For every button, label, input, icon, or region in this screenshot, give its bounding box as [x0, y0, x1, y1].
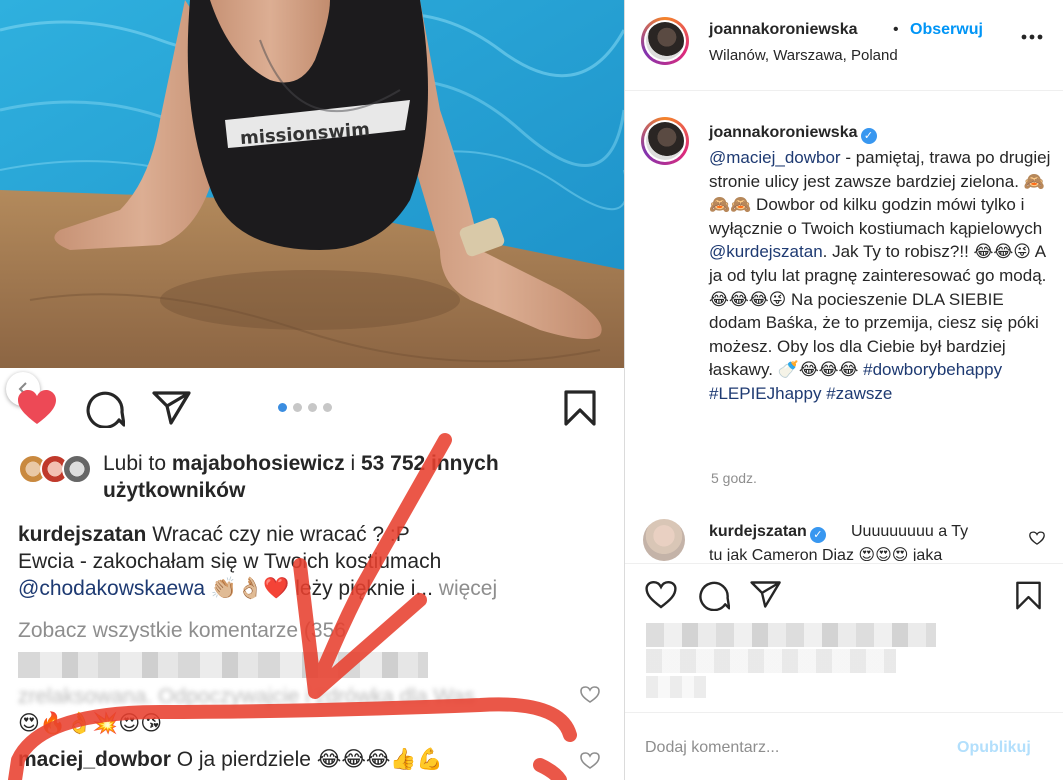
carousel-dot[interactable]	[278, 403, 287, 412]
caption-mention[interactable]: @maciej_dowbor	[709, 148, 841, 167]
likes-count[interactable]: 53 752 innych	[361, 452, 499, 475]
swimsuit-pool-photo: missionswim	[0, 0, 624, 368]
carousel-dots	[278, 403, 332, 412]
share-icon[interactable]	[152, 390, 192, 426]
bookmark-icon[interactable]	[1015, 580, 1042, 611]
comment-emojis: 😂😂😂👍💪	[316, 748, 443, 771]
post-timestamp[interactable]: 5 godz.	[711, 470, 757, 486]
comment-icon[interactable]	[85, 390, 125, 428]
liker-username[interactable]: majabohosiewicz	[172, 452, 345, 475]
caption-text-part: . Jak Ty to robisz?!! 😂😂😜 A ja od tylu l…	[709, 242, 1047, 380]
view-all-comments-link[interactable]: Zobacz wszystkie komentarze (356	[18, 617, 346, 644]
caption-text: leży pięknie i...	[295, 577, 433, 600]
carousel-dot[interactable]	[293, 403, 302, 412]
caption-username[interactable]: kurdejszatan	[18, 523, 146, 546]
likes-suffix[interactable]: użytkowników	[103, 479, 245, 502]
divider	[625, 90, 1063, 91]
avatar	[62, 454, 92, 484]
caption-mention[interactable]: @kurdejszatan	[709, 242, 823, 261]
heart-icon[interactable]	[645, 580, 677, 610]
post-location[interactable]: Wilanów, Warszawa, Poland	[709, 47, 898, 64]
blurred-likes	[646, 676, 706, 698]
caption-mention[interactable]: @chodakowskaewa	[18, 577, 205, 600]
likes-text: Lubi to majabohosiewicz i 53 752 innych u…	[103, 450, 583, 504]
mobile-caption: kurdejszatan Wracać czy nie wracać ? :P …	[18, 521, 608, 602]
comment-like-icon[interactable]	[1029, 531, 1045, 546]
caption-text: Wracać czy nie wracać ? :P	[146, 523, 410, 546]
likes-prefix: Lubi to	[103, 452, 172, 475]
caption-avatar[interactable]	[641, 117, 689, 165]
verified-badge-icon: ✓	[860, 128, 877, 144]
author-avatar[interactable]	[641, 17, 689, 65]
share-icon[interactable]	[750, 580, 782, 609]
publish-button[interactable]: Opublikuj	[957, 739, 1031, 757]
post-photo: missionswim	[0, 0, 624, 368]
post-sidebar: joannakoroniewska • Obserwuj Wilanów, Wa…	[625, 0, 1063, 780]
caption-username-text[interactable]: joannakoroniewska	[709, 124, 858, 141]
caption-text: Ewcia - zakochałam się w Twoich kostiuma…	[18, 550, 442, 573]
header-dot: •	[893, 21, 899, 38]
more-options-icon[interactable]	[1021, 34, 1043, 40]
comment-username-text[interactable]: kurdejszatan	[709, 523, 807, 540]
author-username[interactable]: joannakoroniewska	[709, 21, 858, 39]
comment-username[interactable]: maciej_dowbor	[18, 748, 171, 771]
blurred-comment	[18, 652, 428, 678]
bookmark-icon[interactable]	[563, 390, 597, 426]
heart-filled-icon[interactable]	[17, 390, 57, 426]
comment-row: maciej_dowbor O ja pierdziele 😂😂😂👍💪	[18, 746, 443, 773]
blurred-comment-text: zrelaksowana. Odpoczywajcie i zdrówka dl…	[18, 685, 475, 708]
blurred-likes	[646, 649, 896, 673]
comment-text-line2: tu jak Cameron Diaz 😍😍😍 jaka	[709, 547, 943, 561]
blurred-likes	[646, 623, 936, 647]
commenter-avatar[interactable]	[643, 519, 685, 561]
comment-icon[interactable]	[698, 580, 730, 611]
comment-text: Uuuuuuuuu a Ty	[851, 523, 969, 540]
divider	[625, 563, 1063, 564]
comment-text: O ja pierdziele	[170, 748, 317, 771]
carousel-dot[interactable]	[308, 403, 317, 412]
more-link[interactable]: więcej	[433, 577, 497, 600]
carousel-dot[interactable]	[323, 403, 332, 412]
comment-like-icon[interactable]	[580, 752, 600, 770]
comment-username: kurdejszatan ✓	[709, 523, 826, 543]
add-comment-input[interactable]: Dodaj komentarz...	[645, 739, 779, 757]
mobile-post-screenshot: missionswim Lubi to majabohosiewicz i 53…	[0, 0, 624, 780]
comment-like-icon[interactable]	[580, 686, 600, 704]
caption-emojis: 👏🏼👌🏼❤️	[205, 577, 296, 600]
follow-button[interactable]: Obserwuj	[910, 21, 983, 39]
divider	[625, 712, 1063, 713]
caption-username: joannakoroniewska ✓	[709, 124, 877, 144]
comment-emojis: 😍🔥👌💥😍😘	[18, 712, 163, 735]
liker-avatars	[18, 454, 98, 486]
likes-conjunction: i	[344, 452, 361, 475]
verified-badge-icon: ✓	[809, 527, 826, 543]
caption-text: @maciej_dowbor - pamiętaj, trawa po drug…	[709, 146, 1059, 406]
